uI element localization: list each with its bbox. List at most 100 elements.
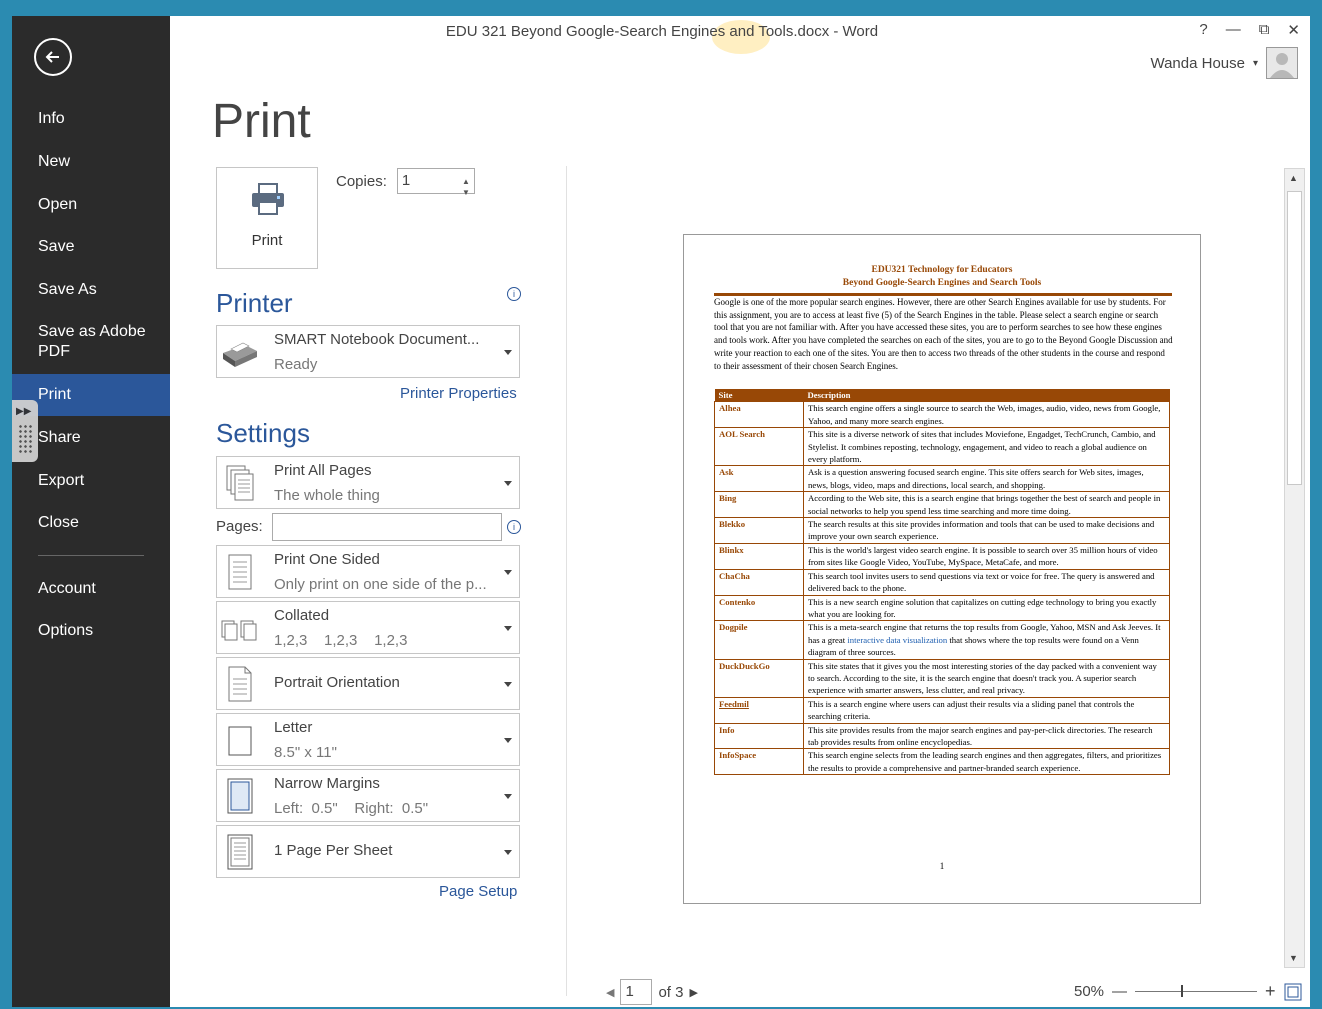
backstage-separator xyxy=(38,555,144,556)
current-page-input[interactable]: 1 xyxy=(620,979,653,1005)
table-cell-description: This site is a diverse network of sites … xyxy=(803,427,1170,467)
table-cell-site: AOL Search xyxy=(714,427,804,467)
pages-per-sheet-dropdown[interactable]: 1 Page Per Sheet xyxy=(216,825,520,878)
previous-page-icon[interactable]: ◀ xyxy=(606,986,614,999)
table-cell-site: DuckDuckGo xyxy=(714,658,804,698)
chevron-down-icon xyxy=(504,480,512,486)
double-arrow-icon: ▶▶ xyxy=(16,406,32,417)
close-icon[interactable]: ✕ xyxy=(1287,21,1300,39)
zoom-slider[interactable] xyxy=(1135,985,1258,997)
info-icon[interactable]: i xyxy=(507,520,521,534)
table-cell-site: ChaCha xyxy=(714,568,804,596)
page-setup-link[interactable]: Page Setup xyxy=(439,883,517,900)
collation-dropdown[interactable]: Collated 1,2,3 1,2,3 1,2,3 xyxy=(216,601,520,654)
portrait-page-icon xyxy=(228,666,252,701)
table-row: Blekko The search results at this site pr… xyxy=(714,517,1170,544)
table-cell-site: Info xyxy=(714,722,804,750)
pages-label: Pages: xyxy=(216,518,263,535)
chevron-down-icon xyxy=(504,569,512,575)
scroll-up-icon[interactable]: ▲ xyxy=(1289,173,1298,183)
pages-stack-icon xyxy=(226,465,254,500)
settings-heading: Settings xyxy=(216,418,310,448)
margins-dropdown[interactable]: Narrow Margins Left: 0.5" Right: 0.5" xyxy=(216,769,520,822)
zoom-slider-thumb[interactable] xyxy=(1181,985,1184,997)
zoom-level[interactable]: 50% xyxy=(1074,983,1104,1000)
copies-stepper[interactable]: 1 ▲ ▼ xyxy=(396,168,475,197)
print-range-subtitle: The whole thing xyxy=(274,487,380,504)
scrollbar-thumb[interactable] xyxy=(1287,191,1302,485)
window-controls: ? — ⧉ ✕ xyxy=(1199,21,1300,39)
table-cell-description: This search tool invites users to send q… xyxy=(803,568,1170,596)
table-row: Feedmil This is a search engine where use… xyxy=(714,696,1170,724)
next-page-icon[interactable]: ▶ xyxy=(690,986,698,999)
spin-down-icon[interactable]: ▼ xyxy=(462,181,470,205)
printer-device-icon xyxy=(223,342,257,367)
chevron-down-icon xyxy=(504,625,512,631)
backstage-item-save-as[interactable]: Save As xyxy=(12,280,170,300)
user-account[interactable]: Wanda House ▾ xyxy=(1150,47,1298,79)
print-button[interactable]: Print xyxy=(216,167,318,269)
touch-handle[interactable]: ▶▶ xyxy=(12,400,38,462)
pane-divider xyxy=(566,166,567,996)
backstage-item-save-as-pdf[interactable]: Save as Adobe PDF xyxy=(12,322,152,362)
table-cell-description: The search results at this site provides… xyxy=(803,517,1170,544)
backstage-item-open[interactable]: Open xyxy=(12,195,170,215)
backstage-item-new[interactable]: New xyxy=(12,152,170,172)
print-range-dropdown[interactable]: Print All Pages The whole thing xyxy=(216,456,520,509)
table-cell-site: Alhea xyxy=(714,401,804,429)
chevron-down-icon xyxy=(504,681,512,687)
backstage-item-close[interactable]: Close xyxy=(12,513,170,533)
print-button-label: Print xyxy=(251,232,283,249)
printer-icon xyxy=(252,183,284,215)
zoom-to-page-icon[interactable] xyxy=(1284,983,1302,1001)
printer-properties-link[interactable]: Printer Properties xyxy=(400,385,517,402)
printer-name: SMART Notebook Document... xyxy=(274,331,480,348)
paper-size-title: Letter xyxy=(274,719,313,736)
backstage-item-account[interactable]: Account xyxy=(12,579,170,599)
page-navigator: ◀ 1 of 3 ▶ xyxy=(606,979,698,1005)
printer-heading: Printer xyxy=(216,288,293,318)
person-icon xyxy=(1270,53,1294,78)
table-row: Blinkx This is the world's largest video … xyxy=(714,542,1170,570)
table-cell-site: Blekko xyxy=(714,517,804,544)
table-row: AOL Search This site is a diverse network… xyxy=(714,427,1170,467)
page-count: of 3 xyxy=(658,983,684,1001)
printer-dropdown[interactable]: SMART Notebook Document... Ready xyxy=(216,325,520,378)
window-title: EDU 321 Beyond Google-Search Engines and… xyxy=(445,23,879,40)
back-button[interactable] xyxy=(34,38,72,76)
backstage-item-save[interactable]: Save xyxy=(12,237,170,257)
avatar xyxy=(1266,47,1298,79)
chevron-down-icon xyxy=(504,349,512,355)
help-icon[interactable]: ? xyxy=(1199,21,1207,39)
minimize-icon[interactable]: — xyxy=(1226,21,1241,39)
table-cell-site: Contenko xyxy=(714,594,804,622)
paper-size-subtitle: 8.5" x 11" xyxy=(274,744,337,761)
table-cell-description: This is a new search engine solution tha… xyxy=(803,594,1170,622)
backstage-item-export[interactable]: Export xyxy=(12,471,170,491)
printer-status: Ready xyxy=(274,356,318,373)
table-cell-description: This is the world's largest video search… xyxy=(803,542,1170,570)
preview-scrollbar[interactable]: ▲ ▼ xyxy=(1284,168,1305,968)
restore-icon[interactable]: ⧉ xyxy=(1259,21,1270,39)
orientation-dropdown[interactable]: Portrait Orientation xyxy=(216,657,520,710)
scroll-down-icon[interactable]: ▼ xyxy=(1289,953,1298,963)
info-icon[interactable]: i xyxy=(507,287,521,301)
table-cell-site: Blinkx xyxy=(714,542,804,570)
pages-input[interactable] xyxy=(272,513,502,541)
chevron-down-icon xyxy=(504,849,512,855)
word-window: Info New Open Save Save As Save as Adobe… xyxy=(12,16,1310,1007)
backstage-item-options[interactable]: Options xyxy=(12,621,170,641)
orientation-title: Portrait Orientation xyxy=(274,674,400,691)
zoom-in-icon[interactable]: + xyxy=(1265,981,1276,1002)
backstage-item-info[interactable]: Info xyxy=(12,109,170,129)
sides-dropdown[interactable]: Print One Sided Only print on one side o… xyxy=(216,545,520,598)
chevron-down-icon xyxy=(504,793,512,799)
table-cell-description: This site states that it gives you the m… xyxy=(803,658,1170,698)
doc-table: Site Description Alhea This search engine… xyxy=(714,389,1170,776)
paper-size-dropdown[interactable]: Letter 8.5" x 11" xyxy=(216,713,520,766)
zoom-control: 50% — + xyxy=(1074,981,1302,1002)
zoom-out-icon[interactable]: — xyxy=(1112,983,1127,1000)
backstage-sidebar: Info New Open Save Save As Save as Adobe… xyxy=(12,16,170,1007)
table-row: Alhea This search engine offers a single … xyxy=(714,401,1170,429)
chevron-down-icon xyxy=(504,737,512,743)
